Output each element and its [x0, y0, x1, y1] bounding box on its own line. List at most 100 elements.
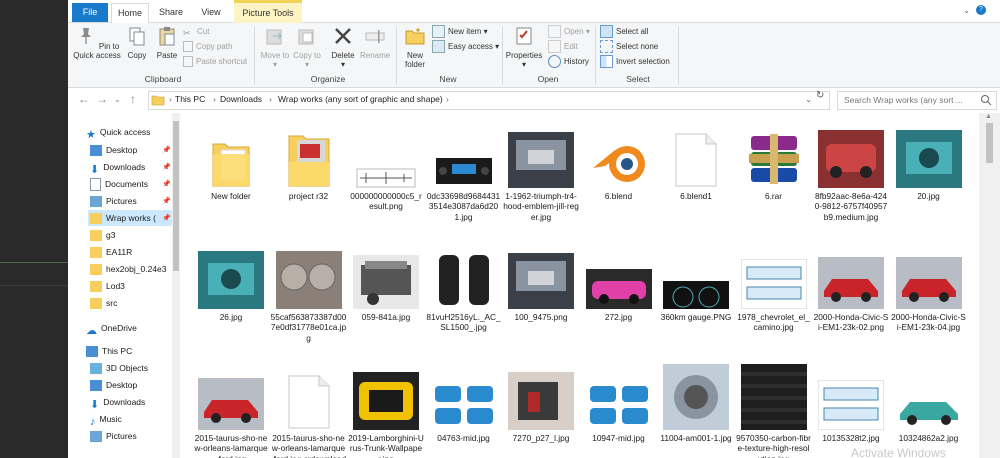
nav-item-music[interactable]: ♪ Music — [90, 411, 122, 429]
nav-scrollbar[interactable] — [172, 113, 180, 458]
pin-icon: 📌 — [162, 198, 171, 205]
help-icon[interactable]: ? — [976, 5, 986, 15]
tab-view[interactable]: View — [196, 3, 226, 22]
nav-item-downloads[interactable]: ⬇ Downloads — [90, 159, 145, 177]
move-to-button[interactable]: Move to ▾ — [260, 25, 290, 69]
content-scrollbar-thumb[interactable] — [986, 123, 993, 163]
cube-icon — [90, 363, 102, 375]
pin-icon: 📌 — [162, 147, 171, 154]
easy-access-button[interactable]: Easy access ▾ — [432, 40, 499, 54]
breadcrumb-separator-icon: › — [213, 94, 216, 104]
file-name-label: 6.blend1 — [680, 191, 712, 201]
file-name-label: 2015-taurus-sho-new-orleans-lamarque-for… — [271, 433, 346, 458]
nav-item-wrap-works[interactable]: Wrap works ( — [88, 210, 172, 226]
file-thumbnail — [352, 122, 420, 188]
paste-shortcut-button[interactable]: Paste shortcut — [183, 55, 247, 69]
nav-item-src[interactable]: src — [90, 295, 117, 311]
refresh-icon[interactable]: ↻ — [816, 90, 824, 101]
nav-item-documents[interactable]: Documents — [90, 176, 148, 192]
folder-icon — [90, 213, 102, 225]
nav-item-ea11r[interactable]: EA11R — [90, 244, 132, 260]
file-thumbnail — [507, 122, 575, 188]
select-none-button[interactable]: Select none — [600, 40, 658, 54]
pin-to-quick-access-button[interactable]: Pin to Quick access — [72, 25, 122, 60]
file-name-label: 10324862a2.jpg — [898, 433, 959, 443]
address-dropdown-icon[interactable]: ⌄ — [805, 94, 812, 105]
tab-home[interactable]: Home — [111, 3, 149, 24]
desktop-grid-line — [0, 285, 68, 286]
nav-item-g3[interactable]: g3 — [90, 227, 115, 243]
properties-button[interactable]: Properties ▾ — [504, 25, 544, 69]
easy-access-icon — [432, 40, 445, 54]
tab-file[interactable]: File — [72, 3, 108, 22]
folder-icon — [151, 95, 165, 106]
nav-item-this-pc[interactable]: This PC — [86, 343, 132, 359]
nav-item-3d-objects[interactable]: 3D Objects — [90, 360, 148, 376]
file-name-label: 10135328t2.jpg — [822, 433, 880, 443]
music-note-icon: ♪ — [90, 416, 96, 429]
new-item-button[interactable]: New item ▾ — [432, 25, 488, 39]
back-arrow-icon[interactable]: ← — [78, 92, 90, 106]
file-name-label: project r32 — [288, 191, 329, 201]
file-thumbnail — [817, 243, 885, 309]
file-name-label: 272.jpg — [604, 312, 633, 322]
nav-item-quick-access[interactable]: ★ Quick access — [86, 124, 150, 141]
group-label-open: Open — [537, 74, 559, 84]
breadcrumb-downloads[interactable]: Downloads — [220, 94, 262, 104]
forward-arrow-icon[interactable]: → — [96, 92, 108, 106]
edit-button[interactable]: Edit — [548, 40, 578, 54]
invert-selection-button[interactable]: Invert selection — [600, 55, 670, 69]
nav-item-desktop[interactable]: Desktop — [90, 142, 137, 158]
tab-picture-tools[interactable]: Picture Tools — [234, 0, 302, 25]
nav-scrollbar-thumb[interactable] — [173, 121, 179, 271]
breadcrumb-wrap-works[interactable]: Wrap works (any sort of graphic and shap… — [278, 94, 443, 104]
search-input[interactable]: Search Wrap works (any sort ... — [837, 91, 997, 110]
open-button[interactable]: Open ▾ — [548, 25, 590, 39]
scroll-up-icon[interactable]: ▲ — [985, 113, 992, 120]
file-thumbnail — [275, 364, 343, 430]
invert-selection-icon — [600, 55, 613, 69]
address-bar[interactable]: › This PC › Downloads › Wrap works (any … — [148, 91, 830, 110]
download-arrow-icon: ⬇ — [90, 164, 100, 177]
file-thumbnail — [585, 122, 653, 188]
nav-item-pictures-pc[interactable]: Pictures — [90, 428, 137, 442]
file-thumbnail — [662, 122, 730, 188]
file-name-label: 000000000000c5_result.png — [350, 191, 422, 212]
copy-button[interactable]: Copy — [124, 25, 150, 60]
select-none-icon — [600, 40, 613, 54]
up-arrow-icon[interactable]: ↑ — [130, 92, 136, 106]
delete-button[interactable]: Delete ▾ — [328, 25, 358, 69]
new-folder-button[interactable]: New folder — [400, 25, 430, 69]
ribbon-separator — [595, 27, 596, 85]
file-thumbnail — [817, 364, 885, 430]
recent-locations-icon[interactable]: ⌄ — [114, 95, 121, 104]
nav-item-desktop-pc[interactable]: Desktop — [90, 377, 137, 393]
nav-item-downloads-pc[interactable]: ⬇ Downloads — [90, 394, 145, 411]
nav-item-onedrive[interactable]: ☁ OneDrive — [86, 320, 137, 337]
rename-button[interactable]: Rename — [360, 25, 390, 60]
breadcrumb-this-pc[interactable]: This PC — [175, 94, 205, 104]
paste-button[interactable]: Paste — [154, 25, 180, 60]
copy-to-button[interactable]: Copy to ▾ — [292, 25, 322, 69]
cut-button[interactable]: ✂ Cut — [183, 25, 209, 39]
copy-path-button[interactable]: Copy path — [183, 40, 232, 54]
file-name-label: 6.rar — [764, 191, 783, 201]
history-icon — [548, 55, 561, 69]
nav-item-hex2obj[interactable]: hex2obj_0.24e3 — [90, 261, 167, 277]
dropdown-arrow-icon: ▾ — [340, 60, 345, 69]
nav-item-pictures[interactable]: Pictures — [90, 193, 137, 209]
pin-icon: 📌 — [162, 181, 171, 188]
dropdown-arrow-icon: ▾ — [585, 27, 590, 36]
file-name-label: 10947-mid.jpg — [592, 433, 645, 443]
copy-icon — [129, 27, 145, 46]
tab-share[interactable]: Share — [156, 3, 186, 22]
history-button[interactable]: History — [548, 55, 589, 69]
collapse-ribbon-icon[interactable]: ⌄ — [963, 6, 970, 15]
pictures-icon — [90, 196, 102, 208]
select-all-button[interactable]: Select all — [600, 25, 648, 39]
file-name-label: 26.jpg — [219, 312, 243, 322]
navigation-bar: ← → ⌄ ↑ › This PC › Downloads › Wrap wor… — [68, 88, 1000, 112]
nav-item-lod3[interactable]: Lod3 — [90, 278, 125, 294]
content-scrollbar[interactable]: ▲ — [979, 113, 1000, 458]
file-name-label: 8fb92aac-8e6a-4240-9812-6757f40957b9.med… — [814, 191, 888, 222]
